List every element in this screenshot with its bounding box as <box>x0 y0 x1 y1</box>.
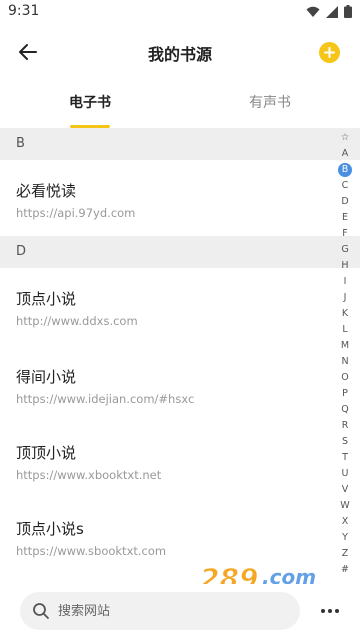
source-name: 顶顶小说 <box>16 444 77 462</box>
index-letter[interactable]: V <box>336 484 354 496</box>
source-url: https://www.idejian.com/#hsxc <box>16 392 195 406</box>
status-bar: 9:31 <box>0 0 360 24</box>
list-item[interactable]: 顶点小说s https://www.sbooktxt.com <box>0 508 334 588</box>
index-letter[interactable]: # <box>336 564 354 576</box>
source-url: http://www.ddxs.com <box>16 314 138 328</box>
signal-icon <box>326 5 338 18</box>
index-letter[interactable]: M <box>336 340 354 352</box>
index-letter[interactable]: X <box>336 516 354 528</box>
index-letter[interactable]: D <box>336 196 354 208</box>
index-letter[interactable]: C <box>336 180 354 192</box>
index-letter[interactable]: G <box>336 244 354 256</box>
list-item[interactable]: 顶顶小说 https://www.xbooktxt.net <box>0 428 334 508</box>
index-letter[interactable]: F <box>336 228 354 240</box>
more-options-button[interactable] <box>318 600 342 622</box>
list-item[interactable]: 必看悦读 https://api.97yd.com <box>0 160 334 236</box>
source-url: https://www.xbooktxt.net <box>16 468 162 482</box>
index-letter[interactable]: N <box>336 356 354 368</box>
section-header-d: D <box>0 236 360 268</box>
index-letter[interactable]: S <box>336 436 354 448</box>
index-letter[interactable]: O <box>336 372 354 384</box>
index-letter[interactable]: B <box>336 164 354 176</box>
index-letter[interactable]: Y <box>336 532 354 544</box>
header: 我的书源 <box>0 24 360 80</box>
wifi-icon <box>306 6 320 17</box>
source-name: 必看悦读 <box>16 182 77 200</box>
list-item[interactable]: 得间小说 https://www.idejian.com/#hsxc <box>0 348 334 428</box>
bottom-bar <box>0 584 360 640</box>
index-letter[interactable]: Z <box>336 548 354 560</box>
search-box[interactable] <box>20 592 300 630</box>
screen: 9:31 我的书源 电子书 有声书 B 必看悦读 https://api.97y… <box>0 0 360 640</box>
index-letter[interactable]: ☆ <box>336 132 354 144</box>
source-url: https://api.97yd.com <box>16 206 136 220</box>
search-icon <box>33 603 49 619</box>
more-dot-icon <box>328 609 332 613</box>
source-name: 得间小说 <box>16 368 77 386</box>
index-letter[interactable]: E <box>336 212 354 224</box>
more-dot-icon <box>335 609 339 613</box>
plus-icon <box>324 47 335 58</box>
search-input[interactable] <box>58 603 278 619</box>
index-letter[interactable]: P <box>336 388 354 400</box>
section-letter: B <box>16 136 25 151</box>
index-letter[interactable]: L <box>336 324 354 336</box>
tab-bar: 电子书 有声书 <box>0 80 360 128</box>
battery-icon <box>344 5 352 18</box>
source-name: 顶点小说 <box>16 290 77 308</box>
index-letter[interactable]: I <box>336 276 354 288</box>
section-letter: D <box>16 244 27 259</box>
tab-audiobook[interactable]: 有声书 <box>220 92 320 112</box>
source-name: 顶点小说s <box>16 520 84 538</box>
index-letter[interactable]: U <box>336 468 354 480</box>
index-letter[interactable]: K <box>336 308 354 320</box>
tab-ebook[interactable]: 电子书 <box>40 92 140 112</box>
index-letter[interactable]: Q <box>336 404 354 416</box>
index-letter[interactable]: R <box>336 420 354 432</box>
index-letter[interactable]: W <box>336 500 354 512</box>
index-letter[interactable]: A <box>336 148 354 160</box>
index-letter[interactable]: T <box>336 452 354 464</box>
list-item[interactable]: 顶点小说 http://www.ddxs.com <box>0 268 334 348</box>
add-source-button[interactable] <box>319 42 340 63</box>
page-title: 我的书源 <box>147 45 212 64</box>
status-time: 9:31 <box>8 3 40 19</box>
source-url: https://www.sbooktxt.com <box>16 544 167 558</box>
status-icons <box>306 5 352 18</box>
more-dot-icon <box>321 609 325 613</box>
index-letter[interactable]: J <box>336 292 354 304</box>
index-letter[interactable]: H <box>336 260 354 272</box>
source-list: B 必看悦读 https://api.97yd.com D 顶点小说 http:… <box>0 128 360 588</box>
section-header-b: B <box>0 128 360 160</box>
